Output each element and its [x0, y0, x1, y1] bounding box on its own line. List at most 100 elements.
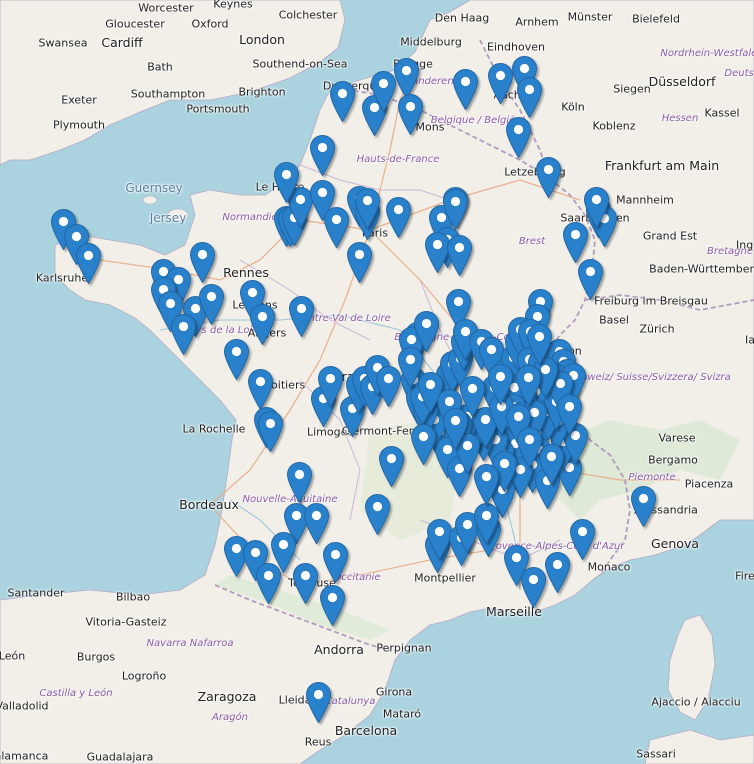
map-marker-icon[interactable]: [364, 494, 390, 535]
map-marker-icon[interactable]: [249, 304, 275, 345]
map-marker-icon[interactable]: [319, 585, 345, 626]
place-label: Düsseldorf: [648, 73, 716, 89]
map-marker-icon[interactable]: [305, 682, 331, 723]
map-marker-icon[interactable]: [473, 464, 499, 505]
map-marker-icon[interactable]: [198, 284, 224, 325]
place-label: Schweiz/ Suisse/Svizzera/ Svizra: [569, 372, 731, 383]
place-label: Ia: [745, 333, 754, 347]
place-label: Perpignan: [376, 641, 432, 655]
map-marker-icon[interactable]: [170, 314, 196, 355]
map-marker-icon[interactable]: [410, 424, 436, 465]
place-label: Barcelona: [334, 722, 398, 738]
map-marker-icon[interactable]: [473, 503, 499, 544]
place-label: Baden-Württemberg: [649, 262, 754, 276]
place-label: Mannheim: [616, 193, 674, 207]
map-marker-icon[interactable]: [75, 243, 101, 284]
map-view[interactable]: Worcester Keynes Colchester Den Haag Arnhem M…: [0, 0, 754, 764]
map-marker-icon[interactable]: [288, 296, 314, 337]
map-marker-icon[interactable]: [413, 311, 439, 352]
map-marker-icon[interactable]: [309, 135, 335, 176]
place-label: Bordeaux: [179, 496, 239, 512]
map-marker-icon[interactable]: [223, 339, 249, 380]
map-marker-icon[interactable]: [292, 563, 318, 604]
map-marker-icon[interactable]: [556, 394, 582, 435]
map-marker-icon[interactable]: [442, 408, 468, 449]
map-marker-icon[interactable]: [487, 364, 513, 405]
map-marker-icon[interactable]: [393, 58, 419, 99]
place-label: Swansea: [38, 36, 88, 50]
map-marker-icon[interactable]: [516, 427, 542, 468]
place-label: Monaco: [587, 560, 631, 574]
map-marker-icon[interactable]: [397, 347, 423, 388]
place-label: Siegen: [613, 82, 651, 96]
place-label: Salamanca: [0, 749, 49, 763]
place-label: Ingo: [736, 238, 754, 252]
map-marker-icon[interactable]: [526, 324, 552, 365]
place-label: Kassel: [704, 106, 740, 120]
map-marker-icon[interactable]: [323, 207, 349, 248]
map-marker-icon[interactable]: [520, 567, 546, 608]
place-label: Rennes: [223, 264, 269, 280]
place-label: Worcester: [138, 1, 194, 15]
map-marker-icon[interactable]: [630, 486, 656, 527]
map-marker-icon[interactable]: [397, 94, 423, 135]
place-label: Aragón: [212, 712, 248, 723]
place-label: Freiburg im Breisgau: [594, 294, 708, 308]
map-marker-icon[interactable]: [505, 117, 531, 158]
map-marker-icon[interactable]: [544, 552, 570, 593]
map-marker-icon[interactable]: [257, 411, 283, 452]
place-label: Girona: [375, 685, 413, 699]
place-label: Ajaccio / Aiacciu: [651, 695, 741, 709]
map-marker-icon[interactable]: [303, 503, 329, 544]
place-label: Montpellier: [414, 571, 476, 585]
place-label: Vitoria-Gasteiz: [85, 615, 167, 629]
place-label: Oxford: [191, 17, 229, 31]
place-label: Bergamo: [648, 453, 698, 467]
place-label: Jersey: [149, 211, 187, 225]
map-marker-icon[interactable]: [535, 157, 561, 198]
place-label: Bilbao: [115, 590, 151, 604]
place-label: Deutsch: [724, 68, 754, 79]
map-marker-icon[interactable]: [516, 77, 542, 118]
place-label: Cardiff: [101, 34, 143, 50]
map-marker-icon[interactable]: [273, 162, 299, 203]
place-label: Eindhoven: [487, 40, 545, 54]
map-marker-icon[interactable]: [354, 188, 380, 229]
place-label: Navarra Nafarroa: [146, 638, 234, 649]
map-marker-icon[interactable]: [446, 235, 472, 276]
map-marker-icon[interactable]: [538, 444, 564, 485]
place-label: Fire: [735, 569, 754, 583]
map-marker-icon[interactable]: [346, 242, 372, 283]
map-marker-icon[interactable]: [189, 242, 215, 283]
place-label: Middelburg: [400, 35, 462, 49]
place-label: Grand Est: [642, 229, 698, 243]
place-label: Bath: [147, 60, 173, 74]
map-marker-icon[interactable]: [370, 71, 396, 112]
map-marker-icon[interactable]: [442, 189, 468, 230]
place-label: Brighton: [238, 85, 286, 99]
map-marker-icon[interactable]: [583, 187, 609, 228]
place-label: Piemonte: [628, 472, 676, 483]
place-label: Guernsey: [125, 181, 183, 195]
place-label: Mataró: [382, 707, 422, 721]
place-label: Valladolid: [0, 699, 49, 713]
place-label: Hauts-de-France: [356, 154, 440, 165]
map-marker-icon[interactable]: [515, 365, 541, 406]
place-label: Bielefeld: [632, 12, 680, 26]
map-marker-icon[interactable]: [385, 197, 411, 238]
map-marker-icon[interactable]: [286, 462, 312, 503]
map-marker-icon[interactable]: [378, 446, 404, 487]
place-label: Varese: [658, 431, 696, 445]
place-label: Den Haag: [434, 11, 490, 25]
map-marker-icon[interactable]: [569, 519, 595, 560]
map-marker-icon[interactable]: [562, 222, 588, 263]
map-marker-icon[interactable]: [487, 63, 513, 104]
place-label: Sassari: [636, 747, 676, 761]
map-marker-icon[interactable]: [329, 81, 355, 122]
map-marker-icon[interactable]: [247, 369, 273, 410]
map-marker-icon[interactable]: [577, 259, 603, 300]
place-label: Keynes: [213, 0, 253, 11]
map-marker-icon[interactable]: [322, 542, 348, 583]
map-marker-icon[interactable]: [452, 69, 478, 110]
place-label: Zaragoza: [197, 688, 257, 704]
